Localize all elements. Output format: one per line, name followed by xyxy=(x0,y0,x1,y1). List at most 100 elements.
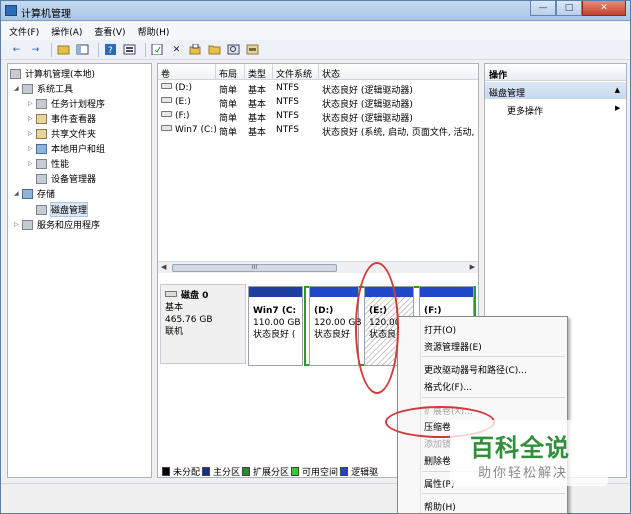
tree-item-event-viewer[interactable]: ▷ 事件查看器 xyxy=(28,111,96,126)
show-hide-tree-icon[interactable] xyxy=(75,43,90,56)
column-header-layout[interactable]: 布局 xyxy=(216,64,245,80)
collapse-arrow-icon[interactable]: ◢ xyxy=(14,85,22,92)
disk-icon xyxy=(165,291,177,297)
scroll-thumb[interactable]: III xyxy=(172,264,337,272)
expand-arrow-icon[interactable]: ▷ xyxy=(28,115,36,122)
legend-label: 逻辑驱 xyxy=(351,467,379,478)
watermark-subtitle: 助你轻松解决 xyxy=(478,466,569,481)
chevron-right-icon: ▶ xyxy=(615,104,621,112)
column-header-status[interactable]: 状态 xyxy=(319,64,478,80)
menu-item-format[interactable]: 格式化(F)... xyxy=(424,380,472,393)
menu-item-help[interactable]: 帮助(H) xyxy=(424,500,456,513)
help-icon[interactable]: ? xyxy=(103,43,118,56)
legend-label: 扩展分区 xyxy=(253,467,290,478)
menu-file[interactable]: 文件(F) xyxy=(9,25,39,38)
menu-help[interactable]: 帮助(H) xyxy=(138,25,170,38)
close-button[interactable]: ✕ xyxy=(582,1,626,16)
tree-label: 共享文件夹 xyxy=(51,130,97,140)
collapse-up-icon[interactable]: ▲ xyxy=(615,86,620,94)
tree-label: 设备管理器 xyxy=(51,175,97,185)
volume-name: Win7 (C:) xyxy=(175,125,217,135)
tree-item-shared-folders[interactable]: ▷ 共享文件夹 xyxy=(28,126,96,141)
users-icon xyxy=(36,143,47,154)
toolbar-separator xyxy=(51,42,52,57)
maximize-button[interactable]: □ xyxy=(556,1,582,16)
section-label: 磁盘管理 xyxy=(489,89,526,99)
open-folder-icon[interactable] xyxy=(207,43,222,56)
logical-drive-bar xyxy=(420,287,473,297)
properties-icon[interactable] xyxy=(122,43,137,56)
search-icon[interactable] xyxy=(226,43,241,56)
menu-view[interactable]: 查看(V) xyxy=(94,25,125,38)
horizontal-scrollbar[interactable]: ◀ III ▶ xyxy=(158,261,478,273)
menu-action[interactable]: 操作(A) xyxy=(51,25,82,38)
tree-item-local-users[interactable]: ▷ 本地用户和组 xyxy=(28,141,105,156)
tree-item-storage[interactable]: ◢ 存储 xyxy=(14,186,55,201)
performance-icon xyxy=(36,158,47,169)
minimize-button[interactable]: — xyxy=(530,1,556,16)
scroll-left-icon[interactable]: ◀ xyxy=(161,263,166,271)
storage-icon xyxy=(22,188,33,199)
partition-d[interactable]: (D:) 120.00 GB 状态良好 xyxy=(309,286,362,366)
tree-item-disk-management[interactable]: 磁盘管理 xyxy=(36,202,89,217)
menu-item-change-drive-letter[interactable]: 更改驱动器号和路径(C)... xyxy=(424,363,527,376)
disk-view-icon[interactable] xyxy=(245,43,260,56)
delete-icon[interactable]: ✕ xyxy=(169,43,184,56)
menu-item-explorer[interactable]: 资源管理器(E) xyxy=(424,340,482,353)
tree-item-services[interactable]: ▷ 服务和应用程序 xyxy=(14,217,100,232)
up-folder-icon[interactable] xyxy=(56,43,71,56)
volume-row[interactable]: (F:) 简单 基本 NTFS 状态良好 (逻辑驱动器) xyxy=(158,109,478,124)
disk-0-info[interactable]: 磁盘 0 基本 465.76 GB 联机 xyxy=(160,284,246,364)
menu-item-add-mirror: 添加镜 xyxy=(424,440,452,450)
volume-name: (D:) xyxy=(175,83,192,93)
column-header-filesystem[interactable]: 文件系统 xyxy=(273,64,319,80)
volume-filesystem: NTFS xyxy=(276,83,299,93)
volume-list-header: 卷 布局 类型 文件系统 状态 xyxy=(158,64,478,80)
partition-c[interactable]: Win7 (C: 110.00 GB 状态良好 ( xyxy=(248,286,303,366)
forward-icon[interactable]: → xyxy=(28,43,43,56)
menu-item-delete-volume[interactable]: 删除卷 xyxy=(424,454,451,467)
scroll-right-icon[interactable]: ▶ xyxy=(470,263,475,271)
menu-item-open[interactable]: 打开(O) xyxy=(424,323,456,336)
column-header-volume[interactable]: 卷 xyxy=(158,64,216,80)
volume-row[interactable]: (D:) 简单 基本 NTFS 状态良好 (逻辑驱动器) xyxy=(158,81,478,96)
device-manager-icon xyxy=(36,173,47,184)
volume-row[interactable]: Win7 (C:) 简单 基本 NTFS 状态良好 (系统, 启动, 页面文件,… xyxy=(158,123,478,138)
volume-type: 基本 xyxy=(248,128,267,138)
caption-buttons: — □ ✕ xyxy=(530,1,626,16)
refresh-icon[interactable] xyxy=(150,43,165,56)
tree-label: 本地用户和组 xyxy=(51,145,106,155)
menu-separator xyxy=(422,356,565,357)
tree-label: 任务计划程序 xyxy=(51,100,106,110)
expand-arrow-icon[interactable]: ▷ xyxy=(28,160,36,167)
legend-swatch-extended xyxy=(242,466,251,476)
tree-item-system-tools[interactable]: ◢ 系统工具 xyxy=(14,81,73,96)
expand-arrow-icon[interactable]: ▷ xyxy=(28,145,36,152)
tree-item-task-scheduler[interactable]: ▷ 任务计划程序 xyxy=(28,96,105,111)
tree-item-performance[interactable]: ▷ 性能 xyxy=(28,156,69,171)
expand-arrow-icon[interactable]: ▷ xyxy=(28,100,36,107)
menu-bar: 文件(F) 操作(A) 查看(V) 帮助(H) xyxy=(1,22,630,40)
watermark: 百科全说 助你轻松解决 xyxy=(450,420,608,486)
tree-item-device-manager[interactable]: 设备管理器 xyxy=(36,171,96,186)
more-actions-item[interactable]: 更多操作 ▶ xyxy=(507,104,620,117)
column-header-type[interactable]: 类型 xyxy=(245,64,273,80)
title-bar[interactable]: 计算机管理 — □ ✕ xyxy=(1,1,630,21)
actions-section-disk-management[interactable]: 磁盘管理 ▲ xyxy=(485,82,626,99)
legend-swatch-primary xyxy=(202,466,211,476)
tree-item-root[interactable]: 计算机管理(本地) xyxy=(10,66,95,81)
expand-arrow-icon[interactable]: ▷ xyxy=(28,130,36,137)
export-icon[interactable] xyxy=(188,43,203,56)
volume-name: (E:) xyxy=(175,97,191,107)
collapse-arrow-icon[interactable]: ◢ xyxy=(14,190,22,197)
volume-layout: 简单 xyxy=(219,128,238,138)
partition-size: 110.00 GB xyxy=(253,318,301,328)
volume-row[interactable]: (E:) 简单 基本 NTFS 状态良好 (逻辑驱动器) xyxy=(158,95,478,110)
disk-size: 465.76 GB xyxy=(165,315,213,325)
back-icon[interactable]: ← xyxy=(9,43,24,56)
window-title: 计算机管理 xyxy=(21,9,71,20)
logical-drive-bar xyxy=(310,287,358,297)
expand-arrow-icon[interactable]: ▷ xyxy=(14,221,22,228)
legend-label: 主分区 xyxy=(213,467,241,478)
drive-icon xyxy=(161,111,172,117)
